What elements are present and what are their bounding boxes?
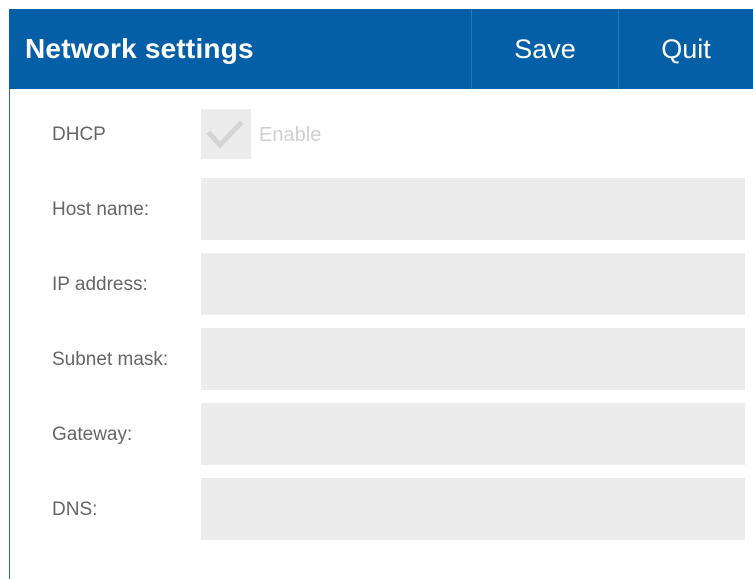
host-name-field[interactable] (201, 178, 745, 240)
subnet-mask-label: Subnet mask: (52, 349, 169, 370)
header-bar: Network settings Save Quit (9, 9, 753, 89)
dhcp-label: DHCP (52, 124, 106, 145)
dns-field[interactable] (201, 478, 745, 540)
dhcp-enable-checkbox[interactable] (201, 109, 251, 159)
ip-address-field[interactable] (201, 253, 745, 315)
subnet-mask-field[interactable] (201, 328, 745, 390)
check-icon (206, 120, 244, 149)
ip-address-label: IP address: (52, 274, 148, 295)
gateway-field[interactable] (201, 403, 745, 465)
top-strip (0, 0, 753, 9)
quit-button[interactable]: Quit (619, 9, 753, 89)
save-button[interactable]: Save (472, 9, 618, 89)
left-border (9, 89, 10, 579)
dns-label: DNS: (52, 499, 98, 520)
host-name-label: Host name: (52, 199, 150, 220)
dhcp-enable-label: Enable (259, 124, 322, 146)
page-title: Network settings (25, 33, 254, 64)
network-settings-window: Network settings Save Quit DHCP Enable H… (0, 0, 753, 579)
gateway-label: Gateway: (52, 424, 133, 445)
